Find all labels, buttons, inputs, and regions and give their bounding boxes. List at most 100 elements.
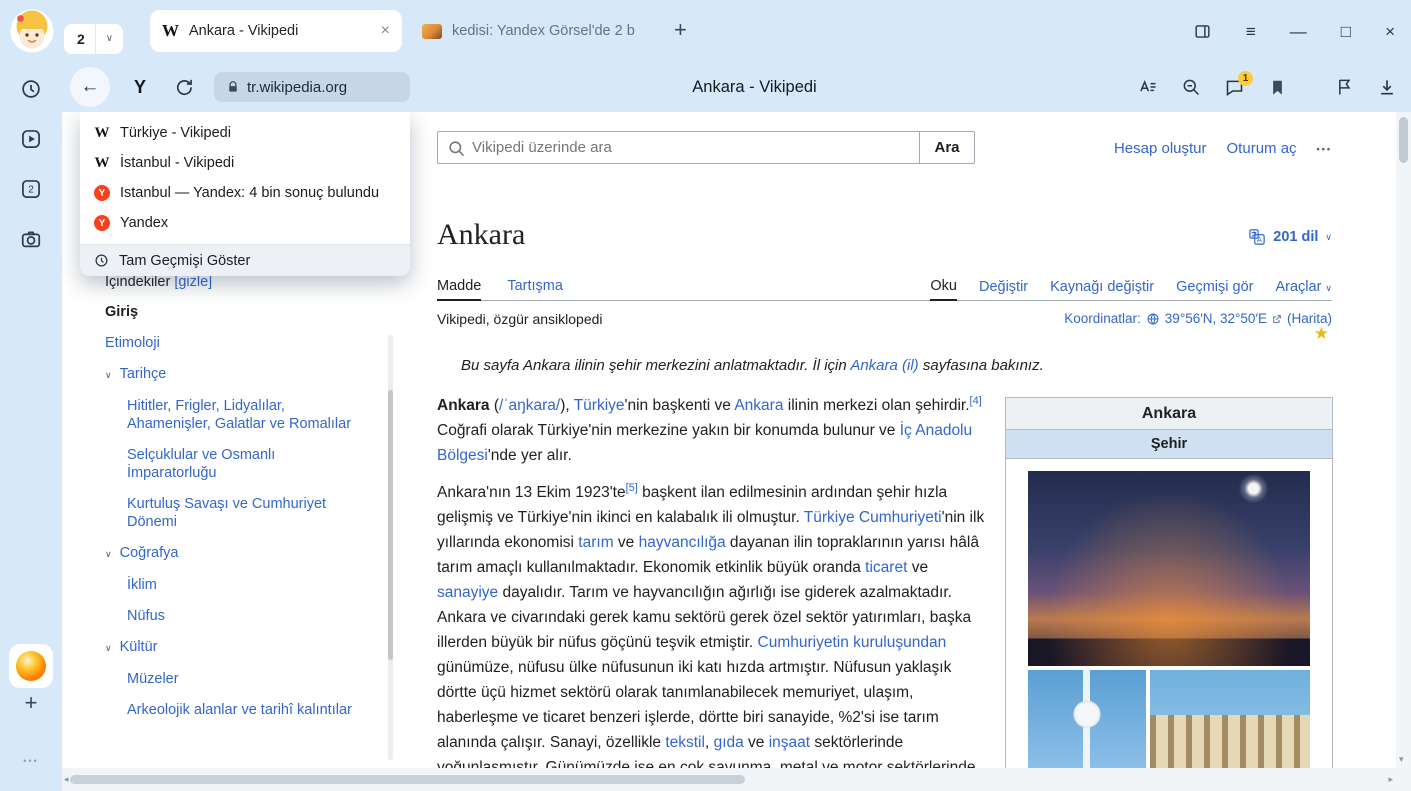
chevron-down-icon[interactable]: ∨ — [105, 549, 112, 559]
side-panel-icon[interactable] — [1193, 22, 1212, 41]
infobox-photo-atakule-tower[interactable] — [1028, 670, 1146, 768]
wikipedia-icon: W — [94, 125, 110, 142]
create-account-link[interactable]: Hesap oluştur — [1114, 140, 1207, 157]
wiki-link[interactable]: hayvancılığa — [639, 534, 726, 551]
collections-icon[interactable] — [1334, 77, 1354, 97]
show-full-history-button[interactable]: Tam Geçmişi Göster — [80, 244, 410, 276]
wiki-link[interactable]: Türkiye — [574, 397, 625, 414]
tab-tartisma[interactable]: Tartışma — [507, 278, 563, 300]
toc-item-muzeler[interactable]: Müzeler — [127, 670, 367, 688]
scroll-down-icon[interactable]: ▾ — [1399, 754, 1404, 765]
wiki-link[interactable]: Ankara — [734, 397, 783, 414]
toc-item-hititler[interactable]: Hititler, Frigler, Lidyalılar, Ahamenişl… — [127, 397, 367, 433]
history-item[interactable]: W İstanbul - Vikipedi — [80, 148, 410, 178]
minimize-button[interactable]: — — [1290, 23, 1307, 40]
downloads-icon[interactable] — [1377, 77, 1397, 97]
reload-icon[interactable] — [174, 77, 194, 97]
toc-item-tarihce[interactable]: ∨Tarihçe — [105, 365, 367, 384]
close-tab-icon[interactable]: × — [381, 23, 390, 39]
user-menu-icon[interactable]: ••• — [1317, 144, 1332, 154]
infobox-subtitle: Şehir — [1006, 430, 1332, 459]
toc-item-arkeolojik[interactable]: Arkeolojik alanlar ve tarihî kalıntılar — [127, 701, 367, 719]
tab-madde[interactable]: Madde — [437, 278, 481, 301]
horizontal-scrollbar[interactable]: ◂ ▸ — [62, 768, 1396, 791]
search-input[interactable] — [438, 132, 919, 163]
reference-link[interactable]: [4] — [970, 395, 982, 407]
wiki-link[interactable]: tarım — [578, 534, 613, 551]
infobox-photo-cityscape[interactable] — [1028, 471, 1310, 666]
comments-icon[interactable]: 1 — [1224, 77, 1245, 98]
wikipedia-favicon: W — [162, 21, 179, 41]
wiki-link[interactable]: /ˈaŋkara/ — [499, 397, 560, 414]
vertical-scrollbar[interactable]: ▾ — [1396, 112, 1411, 791]
more-button[interactable]: ••• — [23, 756, 38, 766]
history-item[interactable]: Y Yandex — [80, 208, 410, 238]
tabs-panel-icon[interactable]: 2 — [20, 178, 42, 200]
language-selector[interactable]: A 201 dil ∨ — [1248, 228, 1332, 246]
search-button[interactable]: Ara — [920, 131, 975, 164]
paragraph-1: Ankara (/ˈaŋkara/), Türkiye'nin başkenti… — [437, 393, 989, 468]
wiki-link[interactable]: Türkiye Cumhuriyeti — [804, 509, 942, 526]
tab-kaynagi-degistir[interactable]: Kaynağı değiştir — [1050, 279, 1154, 300]
globe-icon[interactable] — [1146, 312, 1160, 326]
chevron-down-icon[interactable]: ∨ — [95, 24, 123, 54]
chevron-down-icon[interactable]: ∨ — [105, 370, 112, 380]
infobox-photo-anitkabir[interactable] — [1150, 670, 1310, 768]
back-button[interactable]: ← — [70, 67, 110, 107]
menu-icon[interactable]: ≡ — [1246, 23, 1256, 40]
tab-kedisi[interactable]: kedisi: Yandex Görsel'de 2 b — [410, 10, 660, 52]
toc-scrollbar[interactable] — [388, 335, 393, 760]
wiki-link[interactable]: inşaat — [769, 734, 810, 751]
tab-gecmisi-gor[interactable]: Geçmişi gör — [1176, 279, 1253, 300]
tab-bar: 2 ∨ W Ankara - Vikipedi × kedisi: Yandex… — [0, 0, 1411, 62]
history-icon[interactable] — [20, 78, 42, 100]
player-icon[interactable] — [20, 128, 42, 150]
history-item[interactable]: Y Istanbul — Yandex: 4 bin sonuç bulundu — [80, 178, 410, 208]
chevron-down-icon[interactable]: ∨ — [105, 643, 112, 653]
vertical-scrollbar-thumb[interactable] — [1399, 117, 1408, 163]
tab-araclar[interactable]: Araçlar∨ — [1275, 279, 1332, 300]
toc-hide-link[interactable]: [gizle] — [174, 274, 212, 290]
wiki-link[interactable]: Cumhuriyetin kuruluşundan — [758, 634, 947, 651]
alice-button[interactable] — [9, 644, 53, 688]
scroll-left-icon[interactable]: ◂ — [64, 774, 69, 785]
toc-item-iklim[interactable]: İklim — [127, 576, 367, 594]
scroll-right-icon[interactable]: ▸ — [1388, 774, 1393, 785]
tab-counter[interactable]: 2 ∨ — [64, 24, 123, 54]
wiki-link[interactable]: Ankara (il) — [850, 357, 918, 374]
new-tab-button[interactable]: + — [674, 17, 687, 43]
login-link[interactable]: Oturum aç — [1227, 140, 1297, 157]
toc-scrollbar-thumb[interactable] — [388, 390, 393, 660]
reference-link[interactable]: [5] — [626, 482, 638, 494]
toc-item-cografya[interactable]: ∨Coğrafya — [105, 544, 367, 563]
toc-item-selcuklular[interactable]: Selçuklular ve Osmanlı İmparatorluğu — [127, 446, 367, 482]
translate-icon[interactable] — [1138, 77, 1158, 97]
toc-header: İçindekiler [gizle] — [105, 274, 367, 290]
toc-item-kultur[interactable]: ∨Kültür — [105, 638, 367, 657]
wiki-link[interactable]: gıda — [714, 734, 744, 751]
tab-ankara[interactable]: W Ankara - Vikipedi × — [150, 10, 402, 52]
bookmark-icon[interactable] — [1268, 78, 1287, 97]
tab-oku[interactable]: Oku — [930, 278, 957, 301]
address-bar[interactable]: tr.wikipedia.org — [214, 72, 410, 102]
wiki-link[interactable]: sanayiye — [437, 584, 498, 601]
close-window-button[interactable]: × — [1385, 23, 1395, 40]
maximize-button[interactable]: □ — [1341, 23, 1351, 40]
horizontal-scrollbar-thumb[interactable] — [70, 775, 745, 784]
toc-item-giris[interactable]: Giriş — [105, 303, 367, 321]
add-widget-button[interactable]: + — [25, 690, 38, 716]
toc-item-kurtulus[interactable]: Kurtuluş Savaşı ve Cumhuriyet Dönemi — [127, 495, 367, 531]
featured-star-icon[interactable]: ★ — [1314, 324, 1329, 344]
coordinates-label[interactable]: Koordinatlar: — [1064, 311, 1141, 326]
wiki-link[interactable]: tekstil — [665, 734, 705, 751]
toc-item-etimoloji[interactable]: Etimoloji — [105, 334, 367, 352]
history-item[interactable]: W Türkiye - Vikipedi — [80, 118, 410, 148]
profile-avatar[interactable] — [10, 9, 54, 53]
wiki-link[interactable]: ticaret — [865, 559, 907, 576]
zoom-icon[interactable] — [1181, 77, 1201, 97]
tab-degistir[interactable]: Değiştir — [979, 279, 1028, 300]
screenshot-icon[interactable] — [20, 228, 42, 250]
toc-item-nufus[interactable]: Nüfus — [127, 607, 367, 625]
coordinates-value[interactable]: 39°56′N, 32°50′E — [1165, 311, 1267, 326]
yandex-button[interactable]: Y — [134, 77, 146, 98]
